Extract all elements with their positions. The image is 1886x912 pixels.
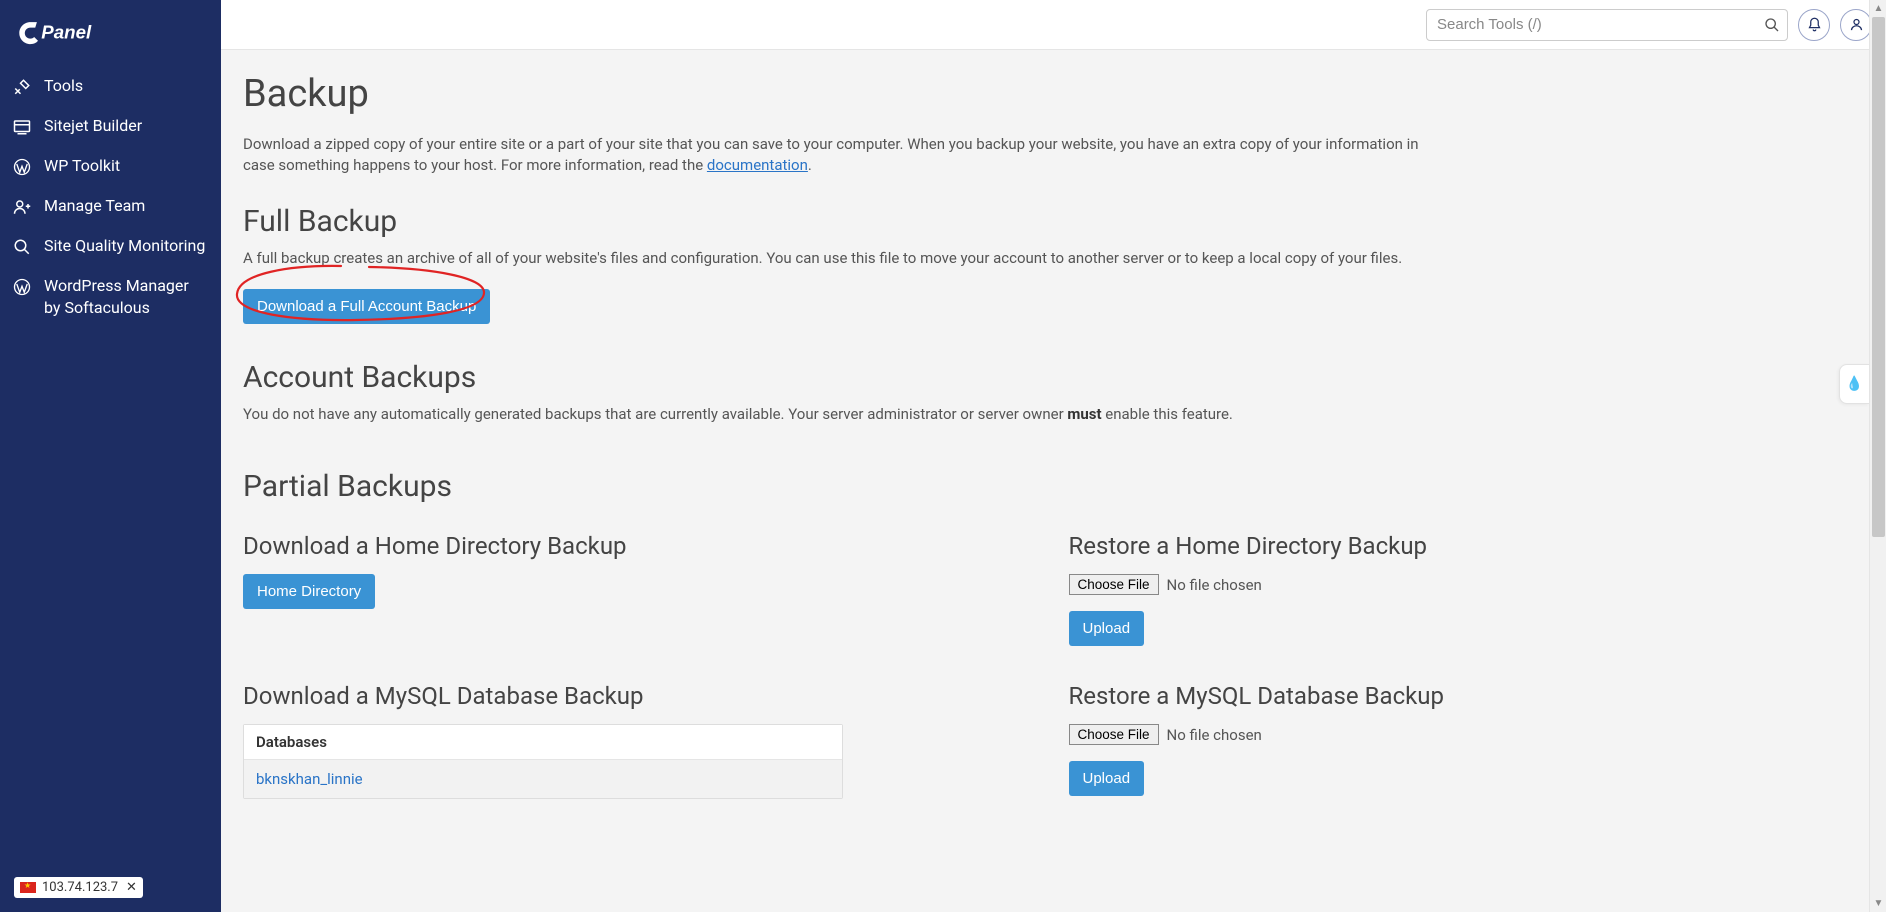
account-backups-desc: You do not have any automatically genera…: [243, 405, 1864, 423]
sidebar-item-wpmanager[interactable]: WordPress Manager by Softaculous: [0, 266, 221, 327]
svg-text:Panel: Panel: [41, 22, 92, 43]
page-title: Backup: [243, 72, 1864, 116]
download-home-title: Download a Home Directory Backup: [243, 532, 1039, 560]
sidebar-item-label: Tools: [44, 75, 83, 97]
team-icon: [12, 197, 32, 217]
search-button[interactable]: [1756, 9, 1788, 41]
home-directory-button[interactable]: Home Directory: [243, 574, 375, 609]
search-icon: [1764, 17, 1780, 33]
partial-backups-title: Partial Backups: [243, 469, 1864, 504]
restore-home-title: Restore a Home Directory Backup: [1069, 532, 1865, 560]
no-file-home-label: No file chosen: [1167, 576, 1262, 594]
sidebar-item-label: WordPress Manager by Softaculous: [44, 275, 209, 318]
scroll-down-icon[interactable]: ▼: [1870, 895, 1886, 912]
ip-text: 103.74.123.7: [42, 880, 118, 895]
db-table: Databases bknskhan_linnie: [243, 724, 843, 799]
restore-home-section: Restore a Home Directory Backup Choose F…: [1069, 532, 1865, 646]
wordpress-icon: [12, 277, 32, 297]
scroll-thumb[interactable]: [1872, 17, 1885, 537]
table-row: bknskhan_linnie: [244, 760, 842, 798]
download-full-backup-button[interactable]: Download a Full Account Backup: [243, 289, 490, 324]
search-wrap: [1426, 9, 1788, 41]
bell-icon: [1807, 17, 1822, 32]
sidebar: Panel Tools Sitejet Builder: [0, 0, 221, 912]
side-widget-button[interactable]: 💧: [1839, 364, 1869, 404]
user-button[interactable]: [1840, 9, 1872, 41]
restore-db-section: Restore a MySQL Database Backup Choose F…: [1069, 682, 1865, 799]
sidebar-item-sitequality[interactable]: Site Quality Monitoring: [0, 226, 221, 266]
account-backups-title: Account Backups: [243, 360, 1864, 395]
sidebar-item-label: Site Quality Monitoring: [44, 235, 205, 257]
droplet-icon: 💧: [1846, 376, 1863, 392]
flag-icon: [20, 882, 36, 893]
download-home-section: Download a Home Directory Backup Home Di…: [243, 532, 1039, 646]
wordpress-icon: [12, 157, 32, 177]
sitejet-icon: [12, 117, 32, 137]
sidebar-nav: Tools Sitejet Builder WP Toolkit Manage …: [0, 66, 221, 327]
content: Backup Download a zipped copy of your en…: [221, 50, 1886, 912]
full-backup-title: Full Backup: [243, 204, 1864, 239]
notifications-button[interactable]: [1798, 9, 1830, 41]
close-icon[interactable]: ✕: [126, 881, 137, 894]
upload-db-button[interactable]: Upload: [1069, 761, 1145, 796]
topbar: [221, 0, 1886, 50]
scroll-up-icon[interactable]: ▲: [1870, 0, 1886, 17]
ip-badge[interactable]: 103.74.123.7 ✕: [14, 877, 143, 898]
sidebar-item-label: Manage Team: [44, 195, 145, 217]
sidebar-item-manageteam[interactable]: Manage Team: [0, 186, 221, 226]
choose-file-home-button[interactable]: Choose File: [1069, 574, 1159, 595]
cpanel-logo[interactable]: Panel: [0, 0, 221, 66]
choose-file-db-button[interactable]: Choose File: [1069, 724, 1159, 745]
scrollbar[interactable]: ▲ ▼: [1869, 0, 1886, 912]
main: Backup Download a zipped copy of your en…: [221, 0, 1886, 912]
sidebar-item-label: Sitejet Builder: [44, 115, 142, 137]
sidebar-item-sitejet[interactable]: Sitejet Builder: [0, 106, 221, 146]
page-intro: Download a zipped copy of your entire si…: [243, 134, 1453, 176]
tools-icon: [12, 77, 32, 97]
upload-home-button[interactable]: Upload: [1069, 611, 1145, 646]
no-file-db-label: No file chosen: [1167, 726, 1262, 744]
sidebar-item-wptoolkit[interactable]: WP Toolkit: [0, 146, 221, 186]
search-input[interactable]: [1426, 9, 1788, 41]
sidebar-item-label: WP Toolkit: [44, 155, 120, 177]
download-db-title: Download a MySQL Database Backup: [243, 682, 1039, 710]
restore-db-title: Restore a MySQL Database Backup: [1069, 682, 1865, 710]
db-link[interactable]: bknskhan_linnie: [256, 770, 363, 788]
sidebar-item-tools[interactable]: Tools: [0, 66, 221, 106]
full-backup-desc: A full backup creates an archive of all …: [243, 249, 1864, 267]
db-table-header: Databases: [244, 725, 842, 760]
monitor-icon: [12, 237, 32, 257]
download-db-section: Download a MySQL Database Backup Databas…: [243, 682, 1039, 799]
user-icon: [1849, 17, 1864, 32]
documentation-link[interactable]: documentation: [707, 156, 808, 174]
